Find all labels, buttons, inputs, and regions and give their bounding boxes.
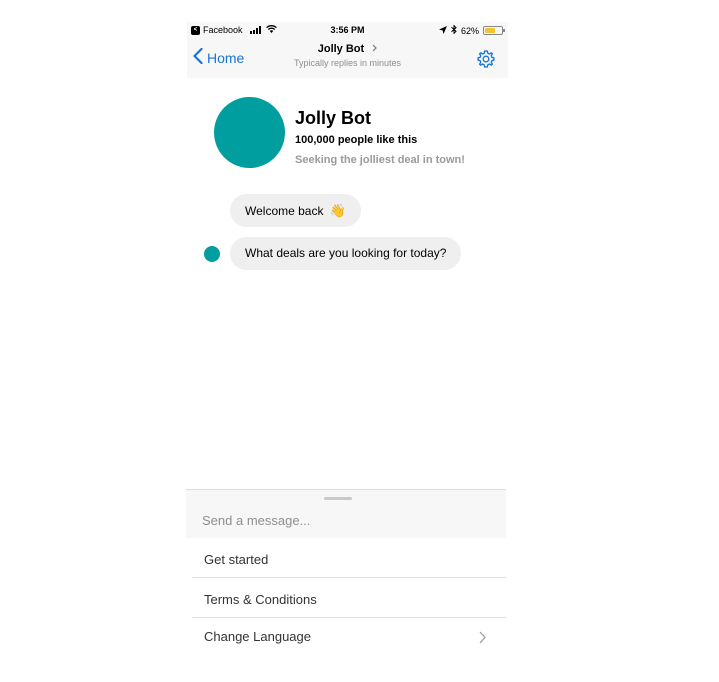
bot-tagline: Seeking the jolliest deal in town! bbox=[295, 154, 465, 166]
message-text: What deals are you looking for today? bbox=[245, 246, 447, 260]
status-right: 62% bbox=[438, 24, 505, 36]
menu-item-change-language[interactable]: Change Language bbox=[192, 618, 506, 658]
menu-item-label: Change Language bbox=[204, 629, 311, 644]
menu-item-terms[interactable]: Terms & Conditions bbox=[192, 578, 506, 618]
chevron-right-icon bbox=[372, 43, 378, 55]
composer bbox=[186, 489, 506, 538]
persistent-menu: Get started Terms & Conditions Change La… bbox=[192, 538, 506, 658]
bot-name: Jolly Bot bbox=[295, 108, 372, 128]
nav-title-group[interactable]: Jolly Bot Typically replies in minutes bbox=[187, 43, 508, 68]
message-bubble: Welcome back 👋 bbox=[230, 194, 361, 227]
nav-subtitle: Typically replies in minutes bbox=[293, 58, 402, 68]
message-input[interactable] bbox=[202, 510, 492, 530]
nav-title[interactable]: Jolly Bot bbox=[187, 43, 508, 55]
messenger-screen: < Facebook 3:56 PM 62% Home Jolly Bot Ty… bbox=[186, 22, 508, 682]
battery-fill bbox=[485, 28, 495, 33]
bot-likes: 100,000 people like this bbox=[295, 134, 418, 146]
waving-hand-emoji: 👋 bbox=[329, 203, 346, 218]
settings-button[interactable] bbox=[476, 49, 496, 74]
battery-icon bbox=[483, 26, 505, 35]
nav-title-text: Jolly Bot bbox=[317, 43, 365, 55]
bot-avatar bbox=[214, 97, 285, 168]
battery-percent: 62% bbox=[460, 25, 479, 36]
location-icon bbox=[438, 25, 447, 36]
bot-mini-avatar bbox=[204, 246, 220, 262]
drag-handle[interactable] bbox=[324, 497, 352, 500]
bluetooth-icon bbox=[451, 24, 457, 36]
message-bubble: What deals are you looking for today? bbox=[230, 237, 462, 270]
message-text: Welcome back bbox=[245, 204, 324, 218]
menu-item-label: Get started bbox=[204, 552, 269, 567]
gear-icon bbox=[476, 50, 496, 73]
menu-item-get-started[interactable]: Get started bbox=[192, 538, 506, 578]
nav-bar: Home Jolly Bot Typically replies in minu… bbox=[187, 40, 508, 78]
chevron-right-icon bbox=[479, 631, 486, 647]
status-bar: < Facebook 3:56 PM 62% bbox=[187, 22, 508, 40]
menu-item-label: Terms & Conditions bbox=[204, 592, 317, 607]
